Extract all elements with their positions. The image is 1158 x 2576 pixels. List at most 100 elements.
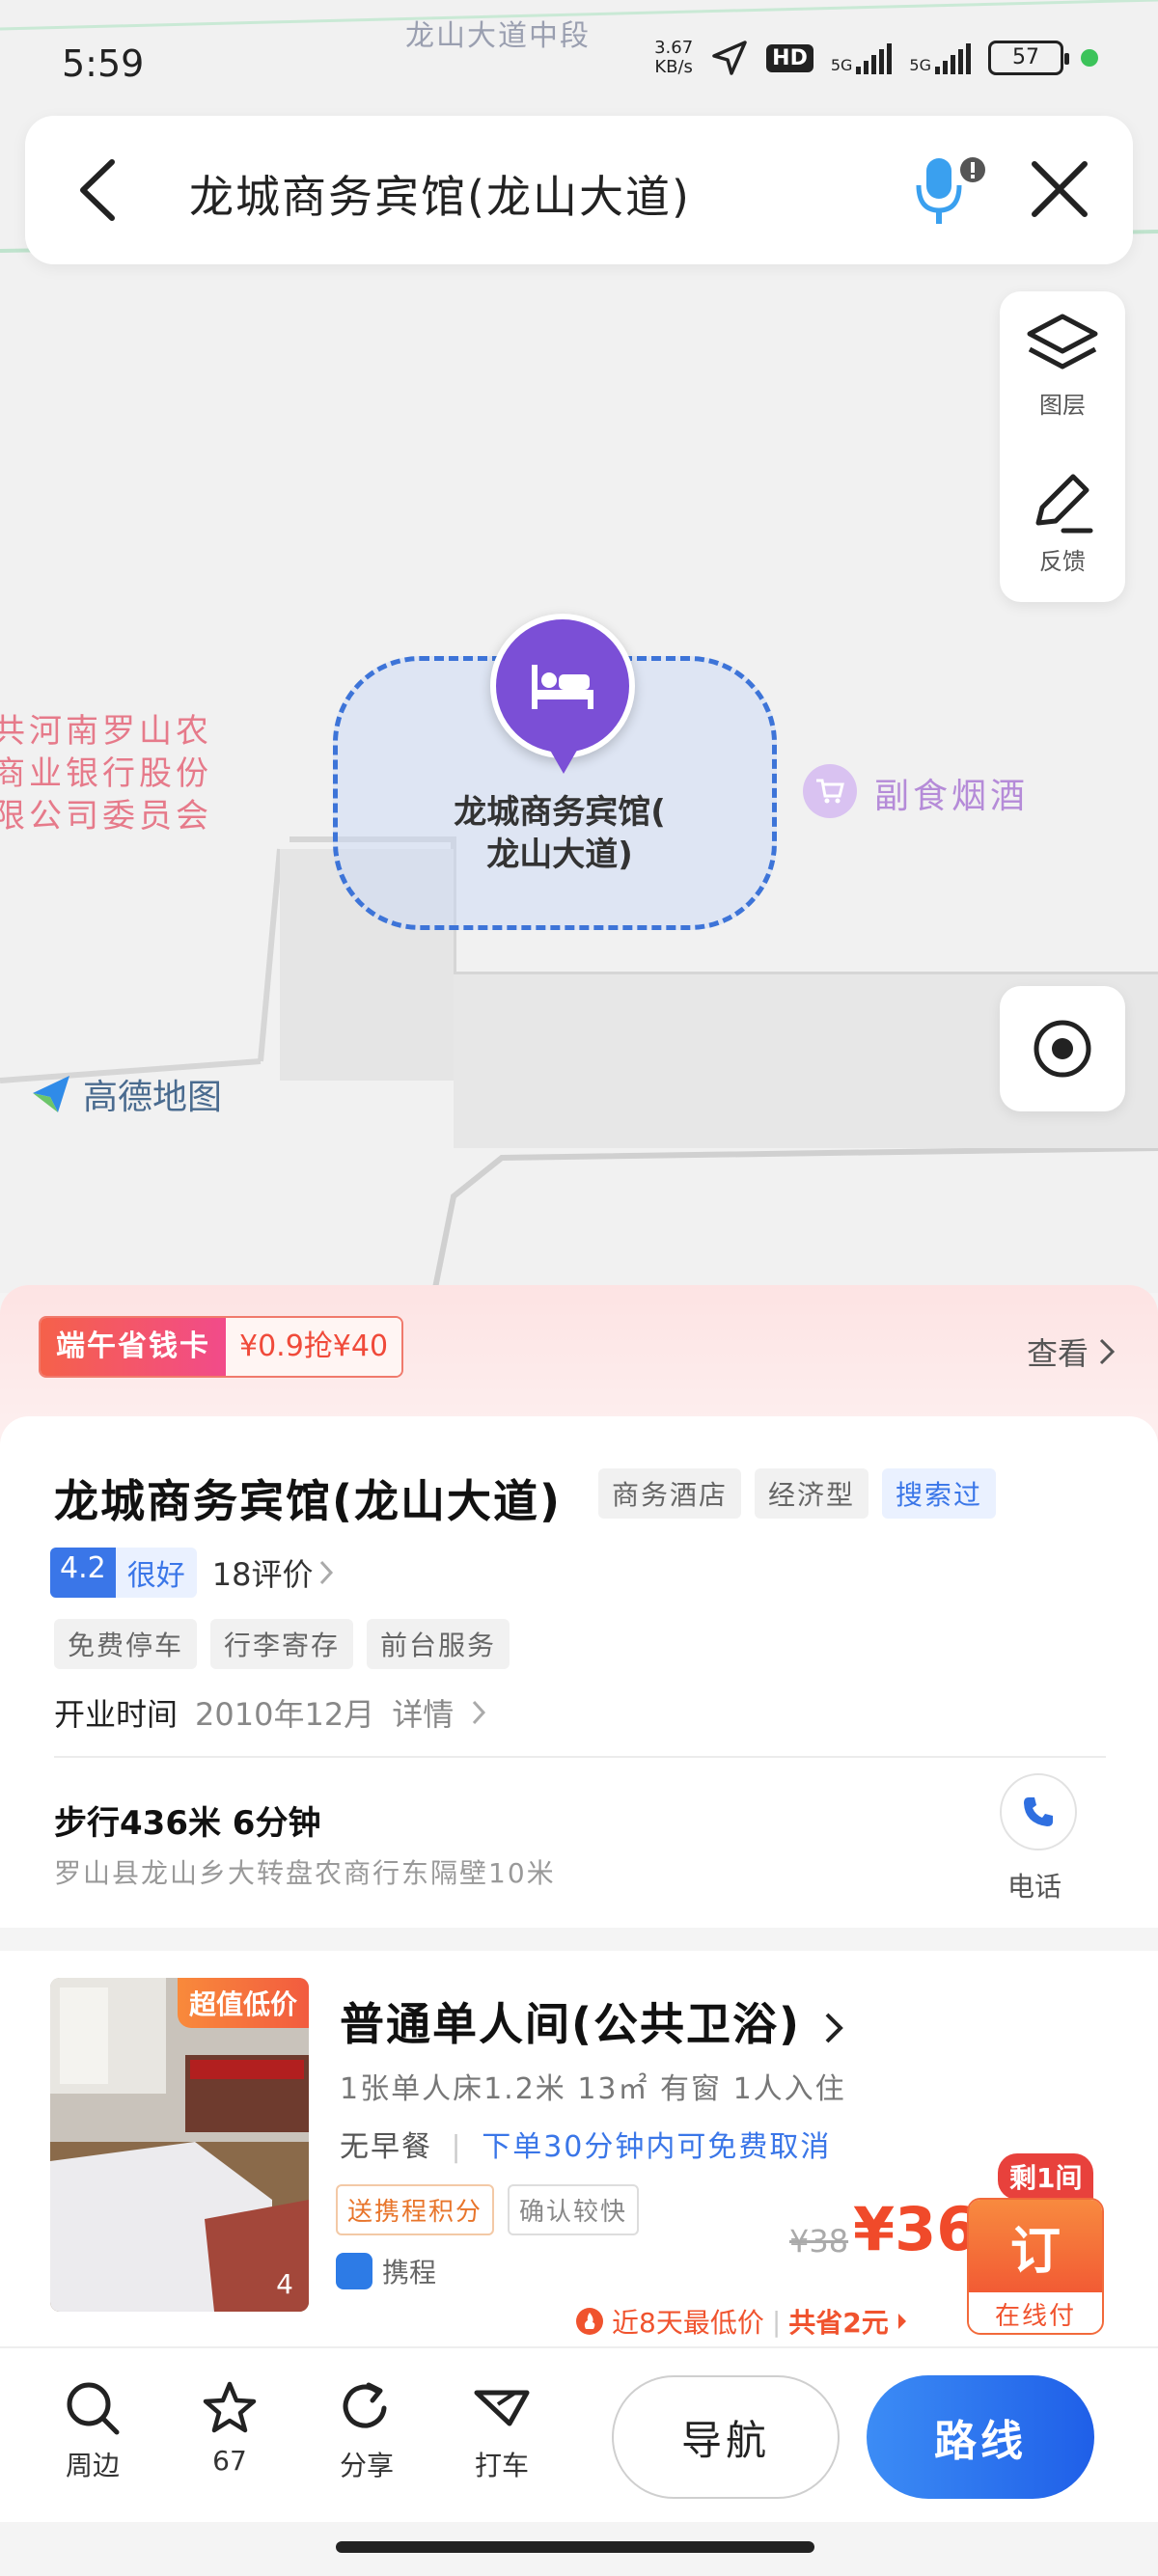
hotel-info-card: 龙城商务宾馆(龙山大道) 商务酒店 经济型 搜索过 4.2 很好 18评价 免费… (0, 1416, 1158, 1928)
promo-card[interactable]: 端午省钱卡 ¥0.9抢¥40 (39, 1316, 404, 1378)
taxi-icon (474, 2390, 530, 2426)
room-title[interactable]: 普通单人间(公共卫浴) (340, 1989, 843, 2053)
opening-value: 2010年12月 (195, 1696, 375, 1733)
address[interactable]: 罗山县龙山乡大转盘农商行东隔壁10米 (54, 1852, 556, 1891)
layers-button[interactable]: 图层 (1000, 313, 1125, 420)
breakfast-info: 无早餐 (340, 2130, 432, 2164)
pin-tip (548, 747, 579, 774)
share-button[interactable]: 分享 (318, 2379, 415, 2483)
rating-word: 很好 (115, 1548, 197, 1598)
signal-sim1: 5G (831, 41, 893, 74)
nearby-label: 周边 (65, 2450, 120, 2481)
triangle-right-icon (897, 2314, 906, 2329)
taxi-label: 打车 (474, 2450, 529, 2481)
low-price-note: 近8天最低价 (612, 2307, 764, 2339)
chevron-right-icon (1099, 1338, 1116, 1365)
brand-logo: 高德地图 (29, 1069, 222, 1119)
pin-label-line: 龙城商务宾馆( (454, 793, 666, 832)
net-speed: 3.67 KB/s (654, 39, 693, 77)
book-label: 订 (969, 2200, 1102, 2292)
reviews-link[interactable]: 18评价 (212, 1550, 335, 1595)
back-button[interactable] (73, 158, 122, 226)
search-icon (67, 2382, 120, 2435)
location-arrow-icon (712, 41, 747, 75)
pay-label: 在线付 (969, 2292, 1102, 2333)
feedback-button[interactable]: 反馈 (1000, 469, 1125, 576)
chevron-right-icon (473, 1700, 486, 1725)
nearby-button[interactable]: 周边 (44, 2379, 141, 2483)
signal-bars-icon (856, 41, 893, 74)
cancel-policy: 下单30分钟内可免费取消 (482, 2130, 832, 2164)
locate-icon (1034, 1020, 1091, 1078)
save-note: 共省2元 (788, 2307, 889, 2339)
map-poi-bank[interactable]: 共河南罗山农 商业银行股份 限公司委员会 (0, 710, 212, 837)
hotel-name: 龙城商务宾馆(龙山大道) (54, 1475, 563, 1527)
signal-bars-icon (935, 41, 971, 74)
fire-icon (576, 2308, 603, 2335)
net-speed-value: 3.67 (654, 38, 694, 58)
status-bar: 5:59 3.67 KB/s HD 5G 5G 57 (0, 0, 1158, 125)
hotel-category-tags: 商务酒店 经济型 搜索过 (598, 1468, 997, 1519)
clock: 5:59 (62, 42, 145, 85)
close-button[interactable] (1029, 158, 1090, 224)
route-button[interactable]: 路线 (867, 2375, 1094, 2499)
map-poi-shop[interactable]: 副食烟酒 (874, 768, 1029, 818)
rooms-left-badge: 剩1间 (998, 2153, 1094, 2200)
navigate-button[interactable]: 导航 (612, 2375, 840, 2499)
map-tools-panel: 图层 反馈 (1000, 291, 1125, 602)
bed-icon (532, 665, 593, 709)
room-photo[interactable]: 超值低价 4 (50, 1978, 309, 2312)
pin-label: 龙城商务宾馆( 龙山大道) (367, 791, 753, 876)
price-note[interactable]: 近8天最低价 | 共省2元 (575, 2302, 908, 2341)
share-label: 分享 (339, 2450, 394, 2481)
favorite-button[interactable]: 67 (181, 2379, 278, 2477)
amenity-tag: 行李寄存 (210, 1619, 354, 1669)
chevron-right-icon (320, 1560, 334, 1585)
layers-icon (1027, 314, 1098, 370)
status-icons: 3.67 KB/s HD 5G 5G 57 (654, 39, 1098, 77)
taxi-button[interactable]: 打车 (454, 2379, 550, 2483)
microphone-icon (916, 157, 985, 224)
voice-button[interactable] (913, 154, 990, 235)
star-icon (203, 2381, 257, 2433)
rating-row[interactable]: 4.2 很好 18评价 (50, 1548, 334, 1598)
home-indicator[interactable] (336, 2541, 814, 2553)
hotel-pin[interactable] (490, 614, 635, 758)
opening-row[interactable]: 开业时间 2010年12月 详情 (54, 1690, 486, 1735)
locate-me-button[interactable] (1000, 986, 1125, 1111)
feedback-label: 反馈 (1039, 548, 1086, 575)
battery-icon: 57 (988, 41, 1069, 75)
brand-text: 高德地图 (83, 1078, 223, 1117)
book-button[interactable]: 订 在线付 (967, 2198, 1104, 2335)
favorites-count: 67 (212, 2445, 247, 2477)
room-card[interactable]: 超值低价 4 普通单人间(公共卫浴) 1张单人床1.2米 13㎡ 有窗 1人入住… (0, 1951, 1158, 2356)
room-spec: 1张单人床1.2米 13㎡ 有窗 1人入住 (340, 2072, 846, 2106)
amenity-tags: 免费停车 行李寄存 前台服务 (54, 1619, 510, 1669)
signal-sim2: 5G (909, 41, 971, 74)
edit-pencil-icon (1035, 474, 1093, 534)
promo-view-link[interactable]: 查看 (1027, 1329, 1116, 1374)
amenity-tag: 免费停车 (54, 1619, 198, 1669)
call-button[interactable] (1000, 1773, 1077, 1850)
hd-badge: HD (766, 43, 813, 72)
net-speed-unit: KB/s (654, 57, 693, 77)
privacy-dot (1081, 49, 1098, 67)
close-icon (1032, 161, 1088, 217)
call-label: 电话 (1007, 1871, 1062, 1903)
divider (54, 1756, 1106, 1758)
room-title-text: 普通单人间(公共卫浴) (340, 1998, 802, 2050)
search-query[interactable]: 龙城商务宾馆(龙山大道) (189, 162, 691, 226)
poi-line: 限公司委员会 (0, 797, 212, 836)
category-tag: 经济型 (755, 1468, 869, 1519)
room-tags: 送携程积分 确认较快 (336, 2184, 640, 2235)
sim2-label: 5G (909, 56, 931, 74)
promo-card-label: 端午省钱卡 (41, 1318, 226, 1376)
cart-icon[interactable] (803, 764, 857, 818)
walk-distance: 步行436米 6分钟 (54, 1804, 321, 1843)
photo-count: 4 (276, 2268, 293, 2300)
search-bar: 龙城商务宾馆(龙山大道) (25, 116, 1133, 264)
current-price: ¥36 (853, 2194, 979, 2264)
searched-tag: 搜索过 (882, 1468, 997, 1519)
amenity-tag: 前台服务 (367, 1619, 510, 1669)
details-link[interactable]: 详情 (392, 1690, 454, 1735)
